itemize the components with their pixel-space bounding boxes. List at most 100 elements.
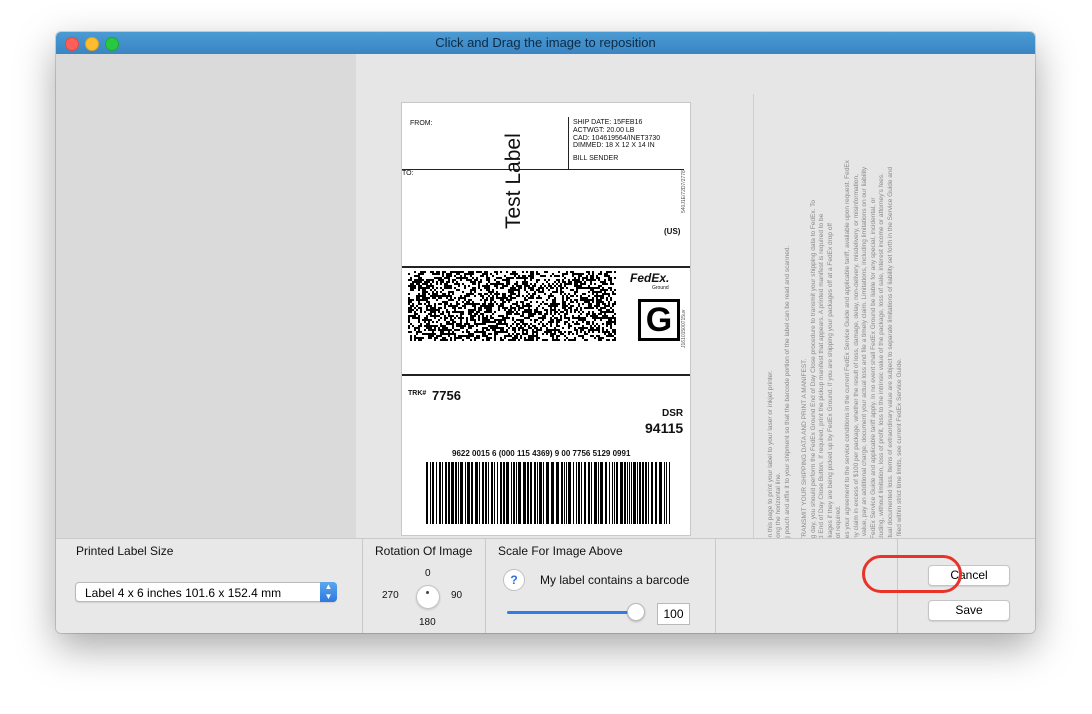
help-button[interactable]: ? — [503, 569, 525, 591]
ground-text: Ground — [652, 285, 669, 291]
scale-slider-thumb[interactable] — [627, 603, 645, 621]
shipping-label[interactable]: FROM: SHIP DATE: 15FEB16 ACTWGT: 20.00 L… — [401, 102, 691, 536]
barcode-module — [600, 273, 602, 275]
barcode-module — [436, 283, 438, 285]
instruction-line: pping pouch and affix it to your shipmen… — [783, 245, 791, 552]
barcode-module — [614, 271, 616, 273]
barcode-module — [474, 315, 476, 317]
zoom-window-icon[interactable] — [105, 37, 119, 51]
barcode-module — [440, 297, 442, 299]
trk-label: TRK# — [408, 390, 427, 397]
barcode-module — [532, 339, 534, 341]
barcode-module — [530, 301, 532, 303]
barcode-bar — [666, 462, 667, 524]
barcode-bar — [458, 462, 459, 524]
barcode-bar — [655, 462, 657, 524]
barcode-module — [472, 325, 474, 327]
label-size-select[interactable]: Label 4 x 6 inches 101.6 x 152.4 mm ▲ ▼ — [75, 582, 337, 602]
barcode-module — [432, 321, 434, 323]
barcode-module — [410, 331, 412, 333]
barcode-module — [412, 289, 414, 291]
barcode-bar — [523, 462, 526, 524]
barcode-module — [530, 279, 532, 281]
barcode-module — [450, 339, 452, 341]
barcode-module — [566, 287, 568, 289]
barcode-module — [408, 293, 410, 295]
barcode-module — [532, 315, 534, 317]
barcode-module — [442, 289, 444, 291]
barcode-module — [510, 299, 512, 301]
barcode-module — [546, 271, 548, 273]
barcode-module — [438, 319, 440, 321]
barcode-module — [434, 317, 436, 319]
barcode-bar — [448, 462, 450, 524]
zip-code: 94115 — [645, 420, 684, 436]
barcode-bar — [543, 462, 544, 524]
barcode-module — [464, 325, 466, 327]
tracking-number: 7756 — [432, 388, 461, 403]
barcode-module — [496, 333, 498, 335]
rotation-knob[interactable] — [416, 585, 440, 609]
barcode-module — [520, 287, 522, 289]
barcode-bar — [451, 462, 454, 524]
barcode-module — [468, 295, 470, 297]
barcode-module — [486, 299, 488, 301]
barcode-module — [546, 323, 548, 325]
barcode-module — [518, 309, 520, 311]
barcode-bar — [620, 462, 623, 524]
actual-weight: ACTWGT: 20.00 LB — [573, 127, 635, 134]
barcode-module — [586, 339, 588, 341]
barcode-module — [420, 303, 422, 305]
barcode-module — [462, 339, 464, 341]
barcode-module — [462, 291, 464, 293]
cad-number: CAD: 104619564/INET3730 — [573, 135, 661, 142]
barcode-module — [418, 289, 420, 291]
barcode-module — [586, 333, 588, 335]
barcode-module — [614, 303, 616, 305]
barcode-module — [474, 339, 476, 341]
instruction-line: icher value, pay an additional charge, d… — [861, 166, 869, 552]
label-size-section: Printed Label Size Label 4 x 6 inches 10… — [56, 539, 363, 633]
barcode-module — [454, 339, 456, 341]
barcode-bar — [482, 462, 484, 524]
minimize-window-icon[interactable] — [85, 37, 99, 51]
barcode-module — [600, 339, 602, 341]
scale-slider-track[interactable] — [507, 611, 635, 614]
barcode-bar — [669, 462, 670, 524]
barcode-module — [438, 273, 440, 275]
barcode-module — [592, 331, 594, 333]
close-window-icon[interactable] — [65, 37, 79, 51]
barcode-module — [508, 327, 510, 329]
title-bar[interactable]: Click and Drag the image to reposition — [56, 32, 1035, 54]
barcode-module — [478, 337, 480, 339]
barcode-module — [588, 291, 590, 293]
barcode-module — [572, 301, 574, 303]
save-button[interactable]: Save — [928, 600, 1010, 621]
barcode-module — [504, 301, 506, 303]
image-canvas[interactable]: FROM: SHIP DATE: 15FEB16 ACTWGT: 20.00 L… — [56, 54, 1035, 554]
barcode-module — [580, 313, 582, 315]
barcode-module — [530, 319, 532, 321]
barcode-module — [458, 329, 460, 331]
barcode-bar — [500, 462, 502, 524]
barcode-module — [514, 297, 516, 299]
barcode-module — [564, 331, 566, 333]
barcode-module — [572, 305, 574, 307]
barcode-module — [414, 271, 416, 273]
window-title: Click and Drag the image to reposition — [435, 35, 656, 50]
divider — [402, 374, 690, 376]
barcode-module — [558, 339, 560, 341]
barcode-module — [556, 305, 558, 307]
barcode-module — [550, 325, 552, 327]
barcode-bar — [479, 462, 480, 524]
barcode-bar — [534, 462, 536, 524]
barcode-module — [564, 277, 566, 279]
barcode-module — [420, 339, 422, 341]
barcode-module — [458, 285, 460, 287]
barcode-module — [458, 289, 460, 291]
barcode-module — [518, 339, 520, 341]
barcode-module — [548, 289, 550, 291]
scale-value-field[interactable]: 100 — [657, 603, 690, 625]
barcode-option-label: My label contains a barcode — [540, 573, 690, 587]
barcode-module — [496, 287, 498, 289]
